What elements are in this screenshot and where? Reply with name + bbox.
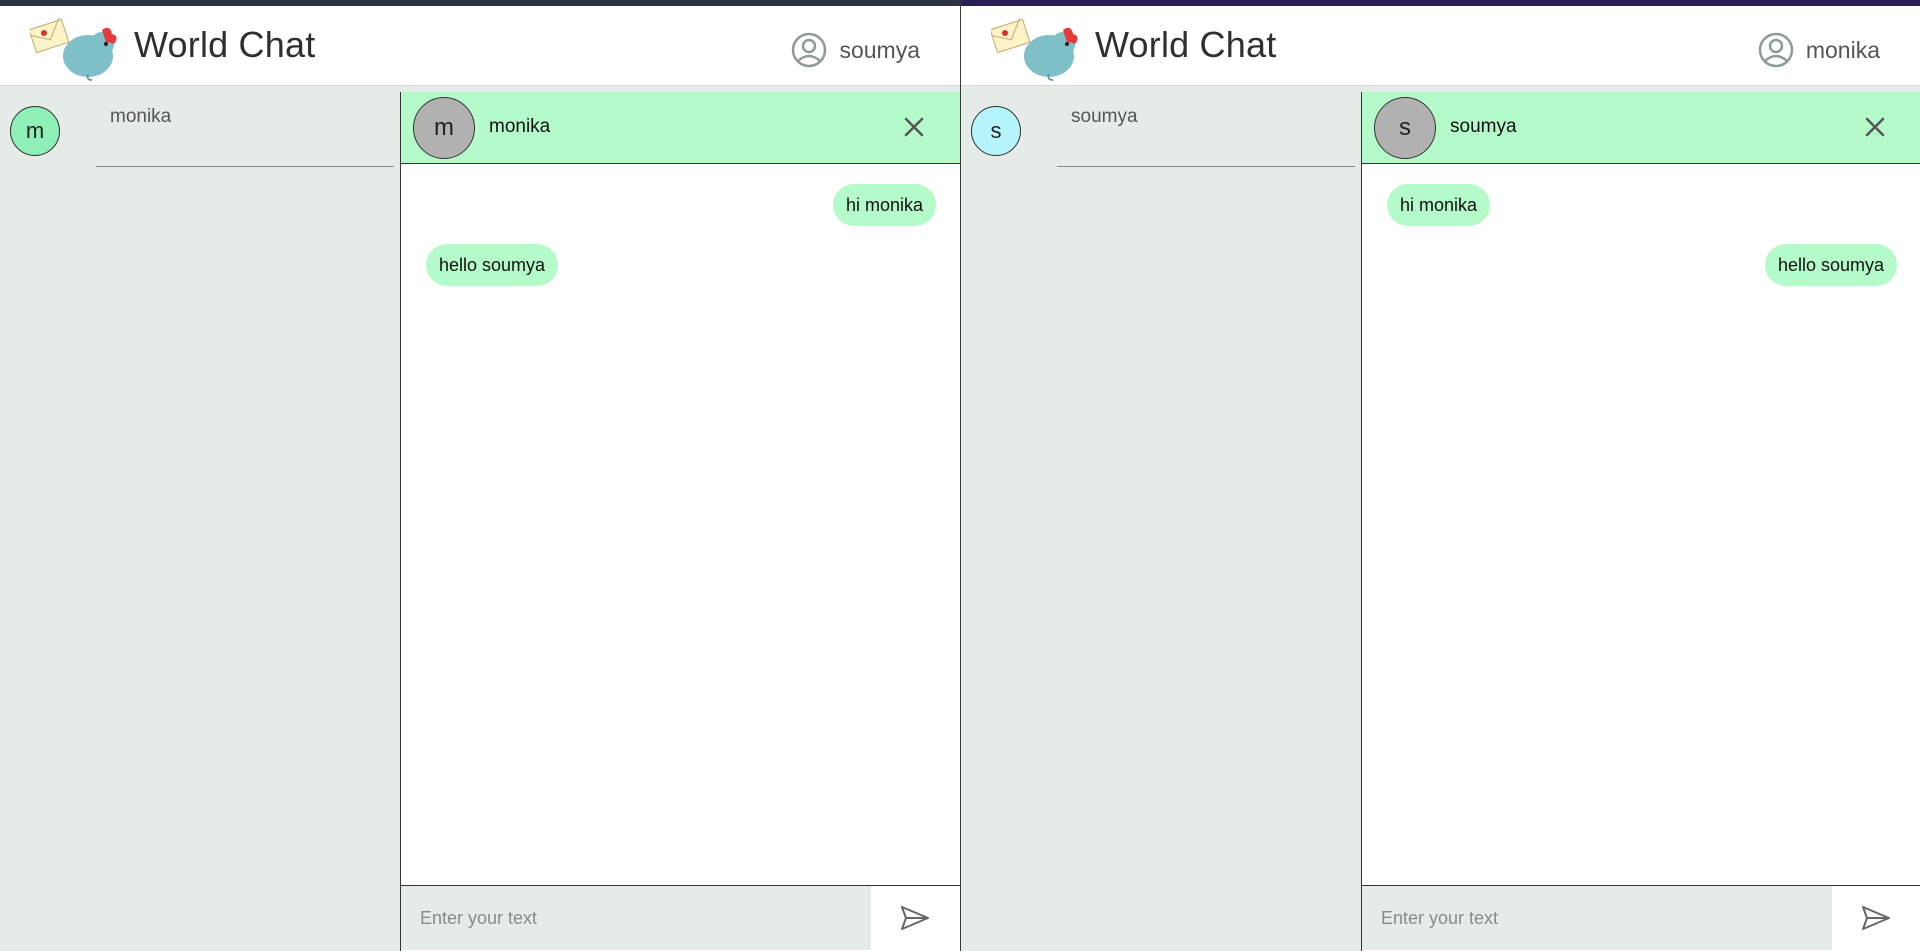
message-bubble-sent: hi monika — [832, 184, 936, 226]
avatar[interactable]: m — [10, 106, 60, 156]
contact-name[interactable]: soumya — [1071, 106, 1138, 128]
divider — [1057, 166, 1355, 167]
message-composer — [401, 885, 960, 951]
contact-item-monika[interactable]: m monika — [0, 86, 400, 167]
contact-item-soumya[interactable]: s soumya — [961, 86, 1361, 167]
divider — [96, 166, 394, 167]
chat-panel: s soumya hi monika hello soumya — [1361, 92, 1920, 951]
chat-header: s soumya — [1362, 92, 1920, 164]
message-bubble-received: hi monika — [1387, 184, 1491, 226]
send-button[interactable] — [1831, 886, 1920, 950]
app-header: World Chat monika — [961, 6, 1920, 86]
close-icon[interactable] — [1863, 115, 1887, 139]
current-user[interactable]: soumya — [791, 32, 920, 68]
account-circle-icon[interactable] — [791, 32, 827, 68]
chat-panel: m monika hi monika hello soumya — [400, 92, 960, 951]
current-user[interactable]: monika — [1758, 32, 1880, 68]
app-header: World Chat soumya — [0, 6, 960, 86]
contact-name[interactable]: monika — [110, 106, 171, 128]
message-input[interactable] — [1362, 886, 1832, 950]
chat-window-monika: World Chat monika s soumya s soumya hi m… — [960, 0, 1920, 951]
user-name: soumya — [839, 36, 920, 63]
message-list: hi monika hello soumya — [401, 164, 960, 877]
user-name: monika — [1805, 36, 1880, 63]
message-bubble-received: hello soumya — [426, 244, 559, 286]
contact-list: m monika — [0, 86, 400, 951]
contact-list: s soumya — [961, 86, 1361, 951]
bird-mail-logo-icon — [991, 17, 1078, 81]
message-composer — [1362, 885, 1920, 951]
send-icon[interactable] — [1861, 905, 1891, 931]
chat-avatar: s — [1374, 97, 1436, 159]
message-list: hi monika hello soumya — [1362, 164, 1920, 877]
chat-avatar: m — [413, 97, 475, 159]
message-bubble-sent: hello soumya — [1764, 244, 1897, 286]
chat-window-soumya: World Chat soumya m monika m monika hi m… — [0, 0, 960, 951]
send-button[interactable] — [870, 886, 960, 950]
account-circle-icon[interactable] — [1758, 32, 1794, 68]
chat-recipient-name: soumya — [1450, 116, 1517, 137]
app-title: World Chat — [134, 24, 316, 65]
bird-mail-logo-icon — [30, 17, 117, 81]
message-input[interactable] — [401, 886, 871, 950]
send-icon[interactable] — [900, 905, 930, 931]
close-icon[interactable] — [902, 115, 926, 139]
avatar[interactable]: s — [971, 106, 1021, 156]
chat-recipient-name: monika — [489, 116, 551, 137]
app-title: World Chat — [1095, 24, 1277, 65]
chat-header: m monika — [401, 92, 960, 164]
